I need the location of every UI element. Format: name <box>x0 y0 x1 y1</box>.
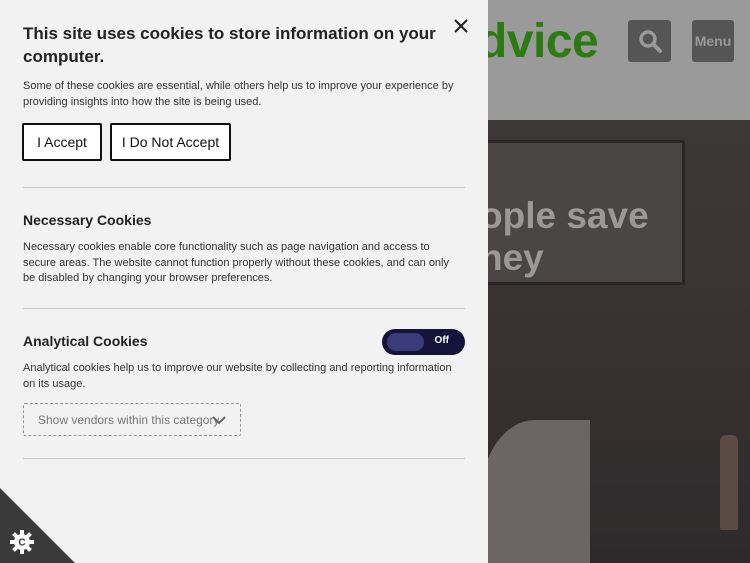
accept-button[interactable]: I Accept <box>22 123 102 161</box>
hero-person-shape <box>480 420 590 563</box>
hero-title-line-2: ney <box>480 237 544 278</box>
analytical-cookies-title: Analytical Cookies <box>23 333 148 349</box>
divider <box>23 187 465 188</box>
cookie-control-icon: C <box>0 488 75 563</box>
cookie-consent-panel: This site uses cookies to store informat… <box>0 0 488 563</box>
analytical-cookies-toggle[interactable]: Off <box>382 329 465 355</box>
divider <box>23 458 465 459</box>
toggle-knob <box>387 333 424 351</box>
decline-button[interactable]: I Do Not Accept <box>110 123 231 161</box>
hero-title: ople save ney <box>480 195 750 279</box>
close-button[interactable] <box>449 14 473 38</box>
site-menu-button[interactable]: Menu <box>692 20 734 62</box>
site-logo[interactable]: dvice <box>478 14 599 69</box>
divider <box>23 308 465 309</box>
chevron-down-icon <box>212 416 226 425</box>
analytical-cookies-text: Analytical cookies help us to improve ou… <box>23 362 452 390</box>
show-vendors-label: Show vendors within this category <box>38 412 220 427</box>
svg-text:C: C <box>18 538 25 549</box>
hero-title-line-1: ople save <box>480 195 649 236</box>
close-icon <box>454 19 468 33</box>
cookie-control-badge[interactable]: C <box>0 488 75 563</box>
show-vendors-button[interactable]: Show vendors within this category <box>23 403 241 436</box>
search-icon <box>638 30 662 53</box>
cookie-panel-intro: Some of these cookies are essential, whi… <box>23 80 454 108</box>
hero-bottle-shape <box>720 435 738 530</box>
necessary-cookies-text: Necessary cookies enable core functional… <box>23 241 449 284</box>
cookie-panel-title: This site uses cookies to store informat… <box>23 24 436 66</box>
site-search-button[interactable] <box>628 20 671 62</box>
necessary-cookies-title: Necessary Cookies <box>23 212 152 228</box>
toggle-state-label: Off <box>434 335 449 346</box>
